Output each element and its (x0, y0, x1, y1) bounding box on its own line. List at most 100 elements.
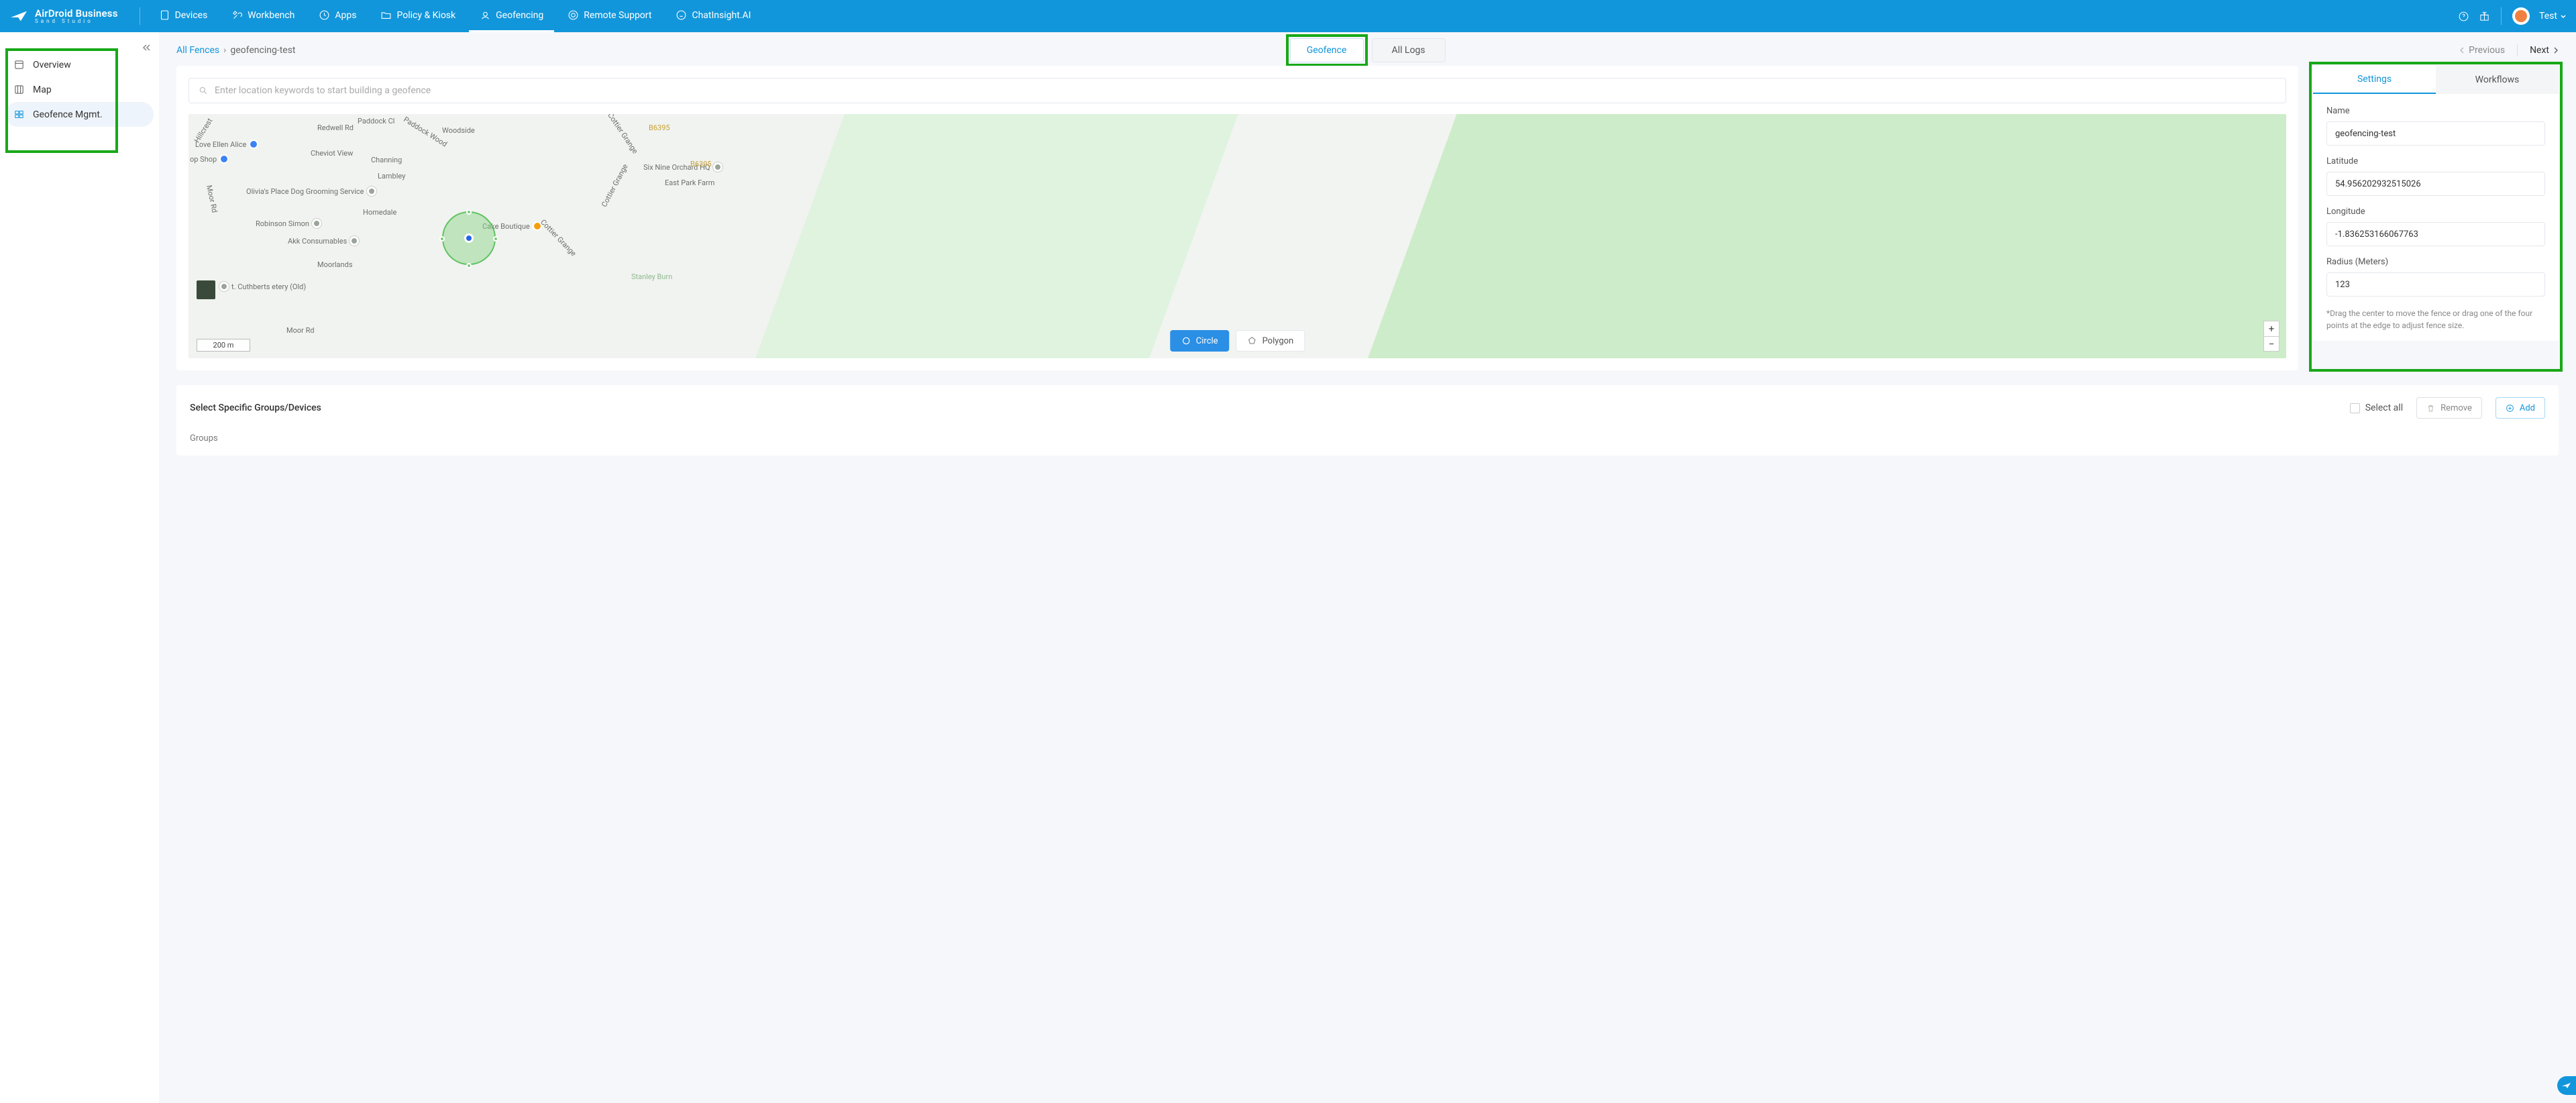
top-nav: AirDroid Business Sand Studio Devices Wo… (0, 0, 2576, 32)
radius-input[interactable] (2326, 272, 2545, 297)
map-icon (13, 84, 25, 95)
road-label: Cheviot View (311, 149, 353, 158)
pager-previous[interactable]: Previous (2459, 45, 2505, 56)
tab-all-logs[interactable]: All Logs (1372, 38, 1446, 62)
brand-subtitle: Sand Studio (35, 19, 118, 24)
nav-divider (2501, 7, 2502, 25)
settings-hint: *Drag the center to move the fence or dr… (2326, 307, 2545, 331)
remove-button[interactable]: Remove (2416, 397, 2482, 419)
button-label: Polygon (1263, 336, 1294, 346)
sidebar-item-overview[interactable]: Overview (0, 52, 159, 77)
polygon-icon (1248, 336, 1257, 346)
tab-workflows[interactable]: Workflows (2436, 66, 2559, 94)
chat-fab[interactable] (2557, 1076, 2576, 1095)
plane-icon (9, 9, 30, 23)
nav-chatinsight[interactable]: ChatInsight.AI (665, 0, 761, 32)
select-all-checkbox[interactable]: Select all (2350, 403, 2403, 413)
latitude-input[interactable] (2326, 172, 2545, 196)
nav-policy[interactable]: Policy & Kiosk (370, 0, 466, 32)
poi-east-park: East Park Farm (665, 178, 714, 187)
road-label: Woodside (442, 126, 475, 135)
road-label: Redwell Rd (317, 123, 354, 132)
nav-remote[interactable]: Remote Support (557, 0, 662, 32)
road-label: Moor Rd (286, 326, 315, 335)
fence-handle-s[interactable] (466, 263, 472, 268)
nav-apps-label: Apps (335, 10, 356, 21)
shape-polygon-button[interactable]: Polygon (1236, 330, 1305, 352)
nav-geofencing-label: Geofencing (496, 10, 543, 21)
nav-workbench[interactable]: Workbench (221, 0, 305, 32)
nav-devices[interactable]: Devices (148, 0, 219, 32)
main-content: All Fences › geofencing-test Geofence Al… (159, 32, 2576, 1103)
sidebar: Overview Map Geofence Mgmt. (0, 32, 159, 1103)
gift-icon[interactable] (2479, 11, 2490, 22)
groups-heading: Groups (190, 433, 2545, 443)
avatar[interactable] (2512, 7, 2530, 25)
poi-robinson: Robinson Simon (256, 219, 321, 228)
location-search[interactable]: Enter location keywords to start buildin… (189, 78, 2286, 103)
plus-circle-icon (2506, 404, 2514, 413)
poi-op-shop: op Shop (190, 154, 229, 164)
nav-apps[interactable]: Apps (308, 0, 367, 32)
tab-settings[interactable]: Settings (2313, 66, 2436, 94)
breadcrumb-current: geofencing-test (230, 45, 295, 56)
sidebar-item-label: Geofence Mgmt. (33, 109, 103, 120)
fence-handle-n[interactable] (466, 209, 472, 215)
road-label: Paddock Cl (358, 117, 394, 125)
scale-bar: 200 m (197, 339, 250, 352)
chevron-left-icon (2459, 47, 2465, 54)
tab-label: Settings (2357, 74, 2392, 85)
lifebuoy-icon (568, 9, 579, 21)
ai-icon (676, 9, 687, 21)
collapse-sidebar[interactable] (142, 43, 151, 55)
circle-icon (1181, 336, 1191, 346)
road-label: Cottier Grange (600, 162, 630, 209)
help-icon[interactable] (2458, 11, 2469, 22)
divider (2517, 44, 2518, 56)
pager-label: Next (2530, 45, 2549, 56)
sidebar-item-label: Map (33, 85, 52, 95)
zoom-out[interactable]: − (2264, 336, 2279, 351)
pager-label: Previous (2469, 45, 2505, 56)
nav-geofencing[interactable]: Geofencing (469, 0, 554, 32)
chevron-right-icon (2553, 47, 2559, 54)
user-menu[interactable]: Test (2539, 11, 2567, 21)
road-label: Cottier Grange (606, 114, 639, 155)
sidebar-item-geofence-mgmt[interactable]: Geofence Mgmt. (5, 102, 154, 127)
tab-geofence[interactable]: Geofence (1290, 38, 1364, 62)
latitude-label: Latitude (2326, 156, 2545, 166)
breadcrumb-root[interactable]: All Fences (176, 45, 219, 56)
map-canvas[interactable]: Love Ellen Alice op Shop Olivia's Place … (189, 114, 2286, 358)
road-label: B6395 (649, 123, 670, 132)
pager-next[interactable]: Next (2530, 45, 2559, 56)
poi-olivia: Olivia's Place Dog Grooming Service (246, 187, 376, 196)
logo[interactable]: AirDroid Business Sand Studio (9, 9, 118, 24)
devices-card: Select Specific Groups/Devices Select al… (176, 385, 2559, 456)
nav-chatinsight-label: ChatInsight.AI (692, 10, 751, 21)
geofence-center[interactable] (464, 233, 474, 243)
settings-card: Settings Workflows Name Latitude (2313, 66, 2559, 341)
fence-handle-w[interactable] (439, 236, 445, 242)
checkbox-icon (2350, 403, 2360, 413)
fence-handle-e[interactable] (493, 236, 498, 242)
geofence-icon (480, 9, 491, 21)
overview-icon (13, 59, 25, 70)
road-label: Lambley (378, 172, 405, 180)
store-icon (219, 154, 229, 164)
longitude-input[interactable] (2326, 222, 2545, 246)
search-placeholder: Enter location keywords to start buildin… (215, 85, 431, 96)
zoom-in[interactable]: + (2264, 321, 2279, 336)
road-label: Moor Rd (205, 185, 219, 213)
shape-circle-button[interactable]: Circle (1170, 330, 1230, 352)
longitude-label: Longitude (2326, 207, 2545, 217)
name-input[interactable] (2326, 121, 2545, 146)
sidebar-item-label: Overview (33, 60, 71, 70)
road-label: Cottier Grange (539, 218, 578, 258)
store-icon (249, 140, 258, 149)
tablet-icon (159, 9, 170, 21)
nav-policy-label: Policy & Kiosk (396, 10, 455, 21)
road-label: Homedale (363, 208, 396, 217)
map-thumbnail[interactable] (197, 280, 215, 299)
sidebar-item-map[interactable]: Map (0, 77, 159, 102)
add-button[interactable]: Add (2496, 397, 2545, 419)
